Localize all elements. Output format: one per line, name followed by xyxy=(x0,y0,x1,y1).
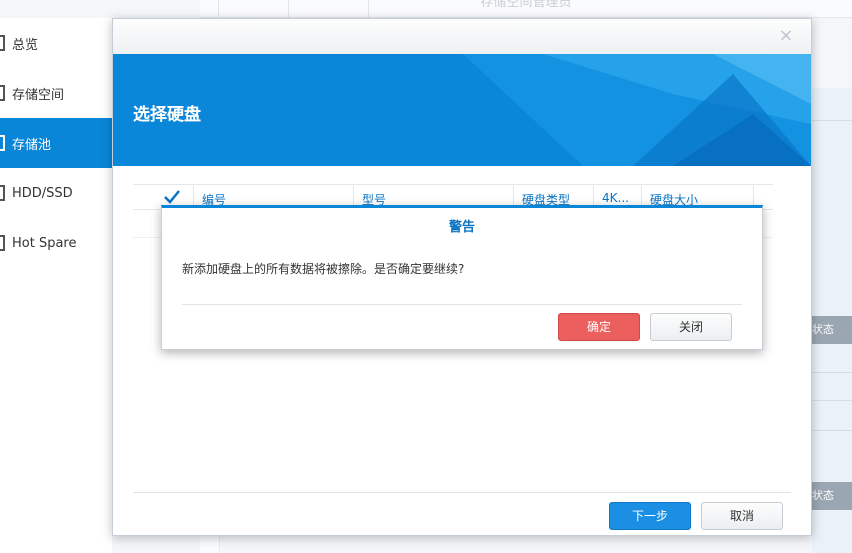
sidebar-item-overview[interactable]: 总览 xyxy=(0,18,112,68)
sidebar-item-hdd-ssd[interactable]: HDD/SSD xyxy=(0,168,112,218)
hot-spare-icon xyxy=(0,235,5,251)
divider xyxy=(812,120,852,121)
divider xyxy=(812,430,852,431)
status-label: 状态 xyxy=(812,489,834,502)
sidebar-item-hot-spare[interactable]: Hot Spare xyxy=(0,218,112,268)
wizard-title: 选择硬盘 xyxy=(133,105,201,125)
hdd-icon xyxy=(0,185,5,201)
sidebar-item-storage-pool[interactable]: 存储池 xyxy=(0,118,112,168)
cancel-button[interactable]: 取消 xyxy=(701,502,783,530)
app-title-bar: 存储空间管理员 xyxy=(200,0,852,18)
footer-divider xyxy=(133,492,791,493)
sidebar-item-label: 存储空间 xyxy=(12,87,65,103)
dialog-divider xyxy=(182,304,742,305)
storage-pool-icon xyxy=(0,135,5,151)
banner-pattern xyxy=(463,54,811,166)
sidebar-item-label: Hot Spare xyxy=(12,235,77,251)
sidebar-item-volume[interactable]: 存储空间 xyxy=(0,68,112,118)
status-label: 状态 xyxy=(812,323,834,336)
app-title: 存储空间管理员 xyxy=(480,0,572,10)
sidebar-item-label: HDD/SSD xyxy=(12,185,73,201)
divider xyxy=(812,400,852,401)
confirm-button[interactable]: 确定 xyxy=(558,313,640,341)
sidebar: 总览 存储空间 存储池 HDD/SSD Hot Spare xyxy=(0,18,112,553)
volume-icon xyxy=(0,85,5,101)
tab-separator xyxy=(218,0,219,18)
close-icon[interactable]: × xyxy=(777,27,795,45)
close-button[interactable]: 关闭 xyxy=(650,313,732,341)
divider xyxy=(812,372,852,373)
sidebar-item-label: 存储池 xyxy=(12,137,52,153)
column-header-4k[interactable]: 4K... xyxy=(602,191,629,205)
dialog-message: 新添加硬盘上的所有数据将被擦除。是否确定要继续? xyxy=(182,262,465,276)
tab-separator xyxy=(368,0,369,18)
next-button[interactable]: 下一步 xyxy=(609,502,691,530)
wizard-titlebar: × xyxy=(113,19,811,54)
overview-icon xyxy=(0,35,5,51)
warning-dialog: 警告 新添加硬盘上的所有数据将被擦除。是否确定要继续? 确定 关闭 xyxy=(161,205,763,350)
sidebar-item-label: 总览 xyxy=(12,37,39,53)
dialog-title: 警告 xyxy=(448,220,475,235)
select-all-checkbox[interactable] xyxy=(163,189,181,205)
tab-separator xyxy=(288,0,289,18)
wizard-banner: 选择硬盘 xyxy=(113,54,811,166)
